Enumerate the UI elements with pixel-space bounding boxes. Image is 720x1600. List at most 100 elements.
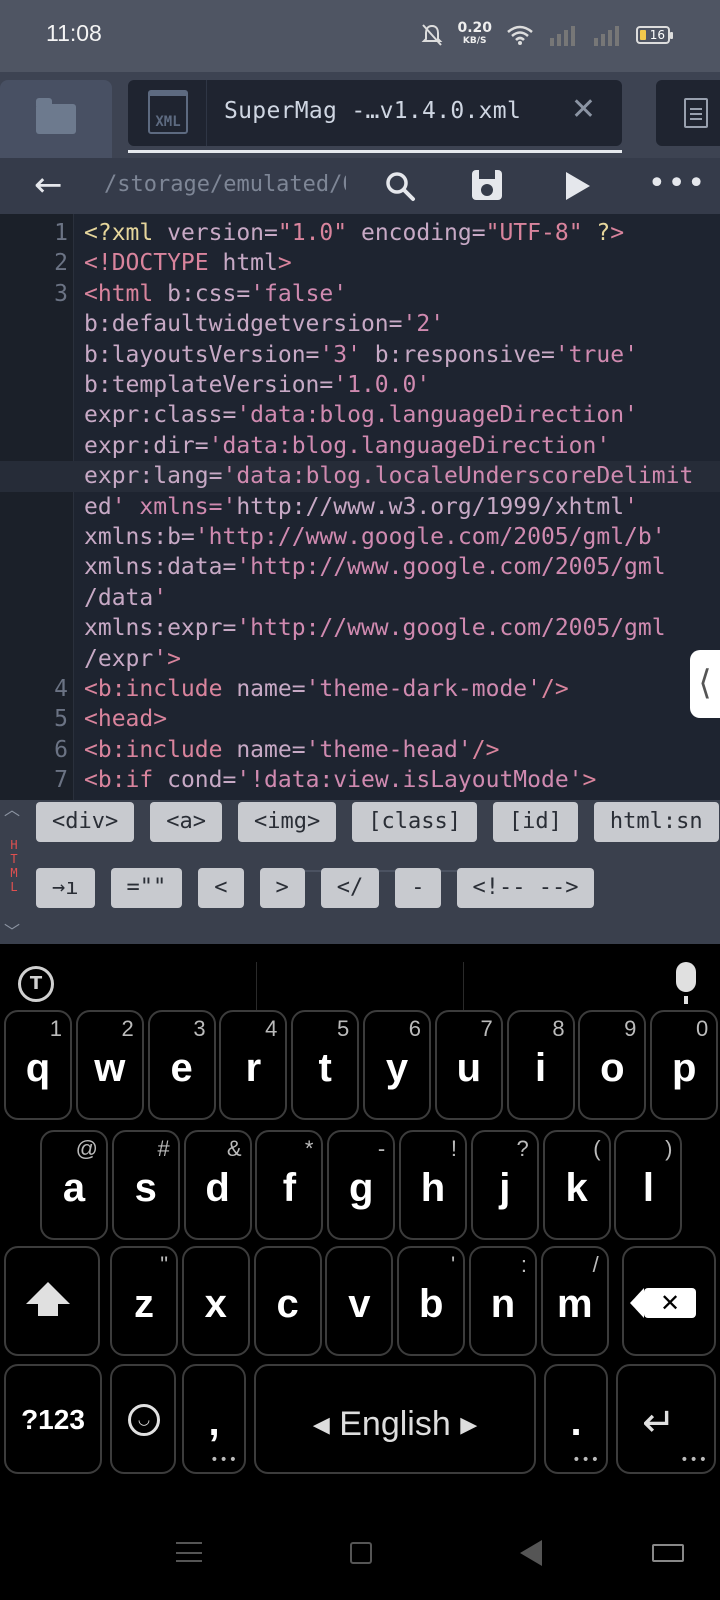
key-v[interactable]: v bbox=[325, 1246, 394, 1356]
snippet-chip[interactable]: <img> bbox=[237, 802, 337, 842]
side-panel-handle[interactable]: ⟨ bbox=[690, 650, 720, 718]
snippet-helper-bar: ︿ HTML ﹀ <div> <a> <img> [class] [id] html:sn… bbox=[0, 800, 720, 944]
code-line[interactable]: b:templateVersion='1.0.0' bbox=[0, 370, 720, 401]
snippet-chip[interactable]: [id] bbox=[492, 802, 578, 842]
backspace-key[interactable]: ✕ bbox=[622, 1246, 716, 1356]
key-x[interactable]: x bbox=[181, 1246, 250, 1356]
run-icon[interactable] bbox=[566, 172, 590, 200]
code-line[interactable]: expr:class='data:blog.languageDirection' bbox=[0, 400, 720, 431]
comma-key[interactable]: , ••• bbox=[182, 1364, 246, 1474]
snippet-chip[interactable]: < bbox=[198, 868, 244, 908]
enter-key[interactable]: ↵ ••• bbox=[616, 1364, 716, 1474]
key-o[interactable]: o9 bbox=[578, 1010, 647, 1120]
tab-next-file[interactable] bbox=[656, 80, 720, 146]
period-key[interactable]: . ••• bbox=[544, 1364, 608, 1474]
keyboard-switch-icon[interactable] bbox=[652, 1544, 684, 1562]
code-line[interactable]: 3 <html b:css='false' bbox=[0, 279, 720, 310]
code-line[interactable]: xmlns:b='http://www.google.com/2005/gml/… bbox=[0, 522, 720, 553]
key-f[interactable]: f * bbox=[255, 1130, 324, 1240]
home-icon[interactable] bbox=[350, 1542, 372, 1564]
wifi-icon bbox=[507, 25, 533, 45]
key-s[interactable]: s # bbox=[111, 1130, 180, 1240]
close-icon[interactable]: ✕ bbox=[571, 92, 596, 127]
key-label: l bbox=[642, 1166, 654, 1210]
snippet-chip[interactable]: > bbox=[259, 868, 305, 908]
key-i[interactable]: i8 bbox=[506, 1010, 575, 1120]
chevron-down-icon[interactable]: ﹀ bbox=[4, 918, 20, 942]
key-t[interactable]: t5 bbox=[291, 1010, 360, 1120]
key-g[interactable]: g- bbox=[327, 1130, 396, 1240]
code-line[interactable]: b:layoutsVersion='3' b:responsive='true' bbox=[0, 340, 720, 371]
recents-icon[interactable] bbox=[176, 1542, 202, 1562]
code-line[interactable]: /data' bbox=[0, 583, 720, 614]
emoji-key[interactable]: ◡ bbox=[110, 1364, 176, 1474]
code-line[interactable]: xmlns:expr='http://www.google.com/2005/g… bbox=[0, 613, 720, 644]
code-line[interactable]: 7 <b:if cond='!data:view.isLayoutMode'> bbox=[0, 765, 720, 796]
key-hint: @ bbox=[75, 1136, 98, 1161]
key-m[interactable]: m / bbox=[540, 1246, 609, 1356]
snippet-chip[interactable]: <!-- --> bbox=[456, 868, 595, 908]
key-n[interactable]: n: bbox=[469, 1246, 537, 1356]
key-hint: 3 bbox=[193, 1016, 206, 1041]
snippet-chip[interactable]: - bbox=[395, 868, 441, 908]
code-line[interactable]: 4 <b:include name='theme-dark-mode'/> bbox=[0, 674, 720, 705]
code-line[interactable]: 6 <b:include name='theme-head'/> bbox=[0, 735, 720, 766]
key-p[interactable]: p0 bbox=[650, 1010, 719, 1120]
key-c[interactable]: c bbox=[253, 1246, 322, 1356]
key-label: m bbox=[557, 1282, 593, 1326]
code-line[interactable]: expr:lang='data:blog.localeUnderscoreDel… bbox=[0, 461, 720, 493]
file-path[interactable]: /storage/emulated/0/ bbox=[104, 172, 346, 197]
translate-icon[interactable]: T bbox=[18, 966, 54, 1002]
more-options-icon[interactable]: ••• bbox=[648, 166, 707, 201]
snippet-chip[interactable]: <div> bbox=[36, 802, 135, 842]
symbols-key[interactable]: ?123 bbox=[4, 1364, 102, 1474]
key-z[interactable]: z " bbox=[110, 1246, 178, 1356]
key-e[interactable]: e3 bbox=[147, 1010, 216, 1120]
folder-icon bbox=[36, 98, 76, 134]
key-u[interactable]: u7 bbox=[434, 1010, 503, 1120]
search-icon[interactable] bbox=[384, 170, 416, 202]
key-hint: - bbox=[377, 1136, 386, 1161]
key-hint: 1 bbox=[49, 1016, 62, 1041]
key-hint: ! bbox=[450, 1136, 457, 1161]
key-d[interactable]: d & bbox=[183, 1130, 252, 1240]
back-icon[interactable] bbox=[520, 1540, 542, 1566]
key-j[interactable]: j? bbox=[470, 1130, 539, 1240]
key-b[interactable]: b ' bbox=[397, 1246, 466, 1356]
key-w[interactable]: w2 bbox=[75, 1010, 144, 1120]
save-icon[interactable] bbox=[472, 170, 502, 200]
shift-key[interactable] bbox=[4, 1246, 100, 1356]
code-line[interactable]: xmlns:data='http://www.google.com/2005/g… bbox=[0, 552, 720, 583]
back-arrow-icon[interactable]: ← bbox=[34, 168, 63, 202]
code-line[interactable]: 1 <?xml version="1.0" encoding="UTF-8" ?> bbox=[0, 218, 720, 249]
key-h[interactable]: h! bbox=[399, 1130, 467, 1240]
tab-active-file[interactable]: XML SuperMag -…v1.4.0.xml ✕ bbox=[128, 80, 622, 146]
code-line[interactable]: b:defaultwidgetversion='2' bbox=[0, 309, 720, 340]
code-editor[interactable]: 1 <?xml version="1.0" encoding="UTF-8" ?>… bbox=[0, 214, 720, 800]
key-k[interactable]: k( bbox=[542, 1130, 611, 1240]
snippet-chip[interactable]: html:sn bbox=[593, 802, 719, 842]
editor-toolbar: ← /storage/emulated/0/ ••• bbox=[0, 158, 720, 214]
key-r[interactable]: r4 bbox=[219, 1010, 288, 1120]
key-hint: 4 bbox=[265, 1016, 278, 1041]
key-y[interactable]: y6 bbox=[363, 1010, 431, 1120]
key-q[interactable]: q1 bbox=[4, 1010, 72, 1120]
code-line[interactable]: /expr'> bbox=[0, 644, 720, 675]
code-line[interactable]: 2 <!DOCTYPE html> bbox=[0, 248, 720, 279]
key-a[interactable]: a @ bbox=[40, 1130, 108, 1240]
snippet-row-1: <div> <a> <img> [class] [id] html:sn bbox=[36, 802, 719, 842]
mode-switcher[interactable]: ︿ HTML ﹀ bbox=[0, 800, 28, 944]
code-line[interactable]: 5 <head> bbox=[0, 704, 720, 735]
snippet-chip[interactable]: [class] bbox=[352, 802, 477, 842]
snippet-chip[interactable]: ="" bbox=[110, 868, 183, 908]
code-line[interactable]: ed' xmlns='http://www.w3.org/1999/xhtml' bbox=[0, 492, 720, 523]
key-l[interactable]: l) bbox=[614, 1130, 683, 1240]
code-line[interactable]: expr:dir='data:blog.languageDirection' bbox=[0, 431, 720, 462]
chevron-up-icon[interactable]: ︿ bbox=[4, 796, 20, 820]
space-key[interactable]: ◂ English ▸ bbox=[254, 1364, 536, 1474]
snippet-chip[interactable]: </ bbox=[320, 868, 380, 908]
snippet-chip[interactable]: <a> bbox=[150, 802, 222, 842]
file-browser-tab[interactable] bbox=[0, 80, 112, 158]
snippet-chip[interactable]: →ı bbox=[36, 868, 95, 908]
microphone-icon[interactable] bbox=[676, 962, 696, 1004]
